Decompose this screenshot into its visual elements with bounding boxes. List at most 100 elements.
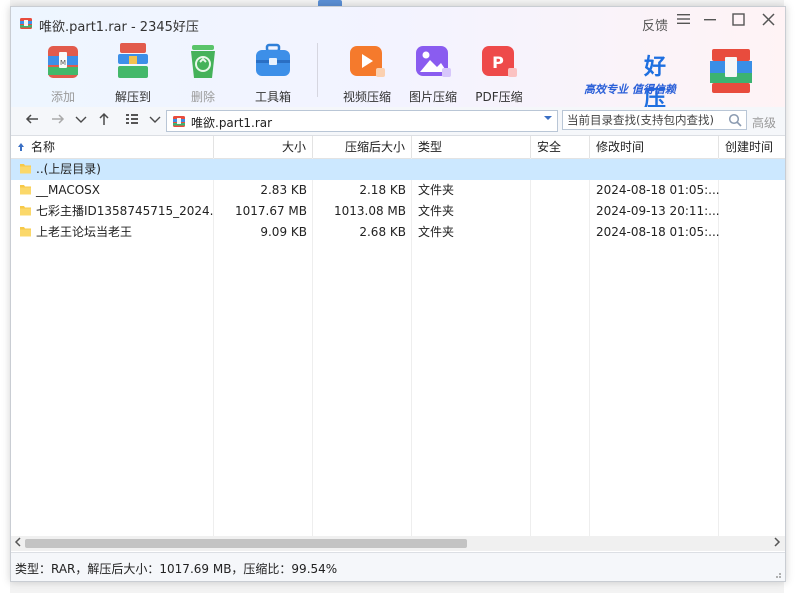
packed-size-cell: 2.18 KB xyxy=(359,183,406,197)
delete-icon xyxy=(191,45,215,78)
forward-arrow-icon[interactable] xyxy=(51,112,65,130)
toolbar-label: 添加 xyxy=(50,90,75,104)
image-compress-icon xyxy=(416,46,451,77)
feedback-button[interactable]: 反馈 xyxy=(642,15,668,34)
add-button[interactable]: M 添加 xyxy=(33,40,93,105)
brand-box-icon xyxy=(710,49,752,93)
file-name: __MACOSX xyxy=(36,183,101,197)
size-cell: 9.09 KB xyxy=(260,225,307,239)
title-toolbar-area: 唯欲.part1.rar - 2345好压 反馈 M 添加 解压到 删除 工具箱… xyxy=(11,7,785,112)
name-cell: 上老王论坛当老王 xyxy=(13,222,213,243)
name-cell: __MACOSX xyxy=(13,180,213,201)
status-bar: 类型：RAR，解压后大小：1017.69 MB，压缩比：99.54% xyxy=(11,552,785,581)
toolbar-label: 视频压缩 xyxy=(342,90,391,104)
size-cell: 1017.67 MB xyxy=(234,204,307,218)
modified-cell: 2024-08-18 01:05:... xyxy=(596,183,719,197)
search-input[interactable] xyxy=(563,111,731,129)
advanced-search-link[interactable]: 高级 xyxy=(752,114,776,131)
type-cell xyxy=(412,159,531,180)
folder-icon xyxy=(20,164,31,174)
column-header-name[interactable]: 名称 xyxy=(11,136,214,158)
archive-window: 唯欲.part1.rar - 2345好压 反馈 M 添加 解压到 删除 工具箱… xyxy=(10,6,786,582)
column-header-safety[interactable]: 安全 xyxy=(531,136,590,158)
horizontal-scrollbar[interactable] xyxy=(11,536,785,551)
resize-grip-icon[interactable] xyxy=(772,569,782,579)
window-title: 唯欲.part1.rar - 2345好压 xyxy=(39,20,199,35)
desktop-background-left xyxy=(0,0,10,593)
app-logo-icon xyxy=(20,18,32,29)
close-icon[interactable] xyxy=(762,13,775,30)
packed-size-cell xyxy=(313,159,412,180)
svg-text:M: M xyxy=(60,59,66,67)
menu-icon[interactable] xyxy=(677,13,690,29)
folder-icon xyxy=(20,185,31,195)
file-name: 七彩主播ID1358745715_2024... xyxy=(36,204,213,218)
packed-size-cell: 2.68 KB xyxy=(359,225,406,239)
view-mode-icon[interactable] xyxy=(125,112,139,130)
column-label: 名称 xyxy=(31,140,56,154)
back-arrow-icon[interactable] xyxy=(25,112,39,130)
extract-to-button[interactable]: 解压到 xyxy=(103,40,163,105)
column-header-row: 名称 大小 压缩后大小 类型 安全 修改时间 创建时间 xyxy=(11,136,785,159)
svg-text:P: P xyxy=(492,53,504,72)
toolbar-label: 解压到 xyxy=(114,90,151,104)
packed-size-cell: 1013.08 MB xyxy=(333,204,406,218)
pdf-compress-button[interactable]: P PDF压缩 xyxy=(469,40,529,105)
size-cell xyxy=(214,159,313,180)
table-row[interactable]: 七彩主播ID1358745715_2024... 1017.67 MB 1013… xyxy=(11,201,785,222)
file-name: 上老王论坛当老王 xyxy=(36,225,133,239)
toolbar-label: 图片压缩 xyxy=(408,90,457,104)
add-icon: M xyxy=(48,46,78,78)
address-dropdown-icon[interactable] xyxy=(543,113,553,126)
table-row[interactable]: ..(上层目录) xyxy=(11,159,785,180)
address-bar[interactable]: 唯欲.part1.rar xyxy=(166,110,558,132)
column-header-size[interactable]: 大小 xyxy=(214,136,313,158)
address-path: 唯欲.part1.rar xyxy=(191,116,273,130)
file-list: 名称 大小 压缩后大小 类型 安全 修改时间 创建时间 ..(上层目录) __M… xyxy=(11,136,785,536)
video-compress-button[interactable]: 视频压缩 xyxy=(337,40,397,105)
scroll-right-icon[interactable] xyxy=(773,537,781,550)
delete-button[interactable]: 删除 xyxy=(173,40,233,105)
view-dropdown-icon[interactable] xyxy=(149,112,161,130)
pdf-compress-icon: P xyxy=(482,46,517,77)
minimize-icon[interactable] xyxy=(704,13,717,29)
extract-icon xyxy=(118,43,148,78)
toolbox-button[interactable]: 工具箱 xyxy=(243,40,303,105)
toolbar-label: 工具箱 xyxy=(254,90,291,104)
size-cell: 2.83 KB xyxy=(260,183,307,197)
video-compress-icon xyxy=(350,46,385,77)
column-header-modified[interactable]: 修改时间 xyxy=(590,136,719,158)
folder-icon xyxy=(20,227,31,237)
navigation-bar: 唯欲.part1.rar 高级 xyxy=(11,107,785,136)
toolbar-divider xyxy=(317,43,318,97)
toolbox-icon xyxy=(256,43,290,76)
maximize-icon[interactable] xyxy=(732,13,745,30)
column-header-type[interactable]: 类型 xyxy=(412,136,531,158)
toolbar-label: 删除 xyxy=(190,90,215,104)
archive-icon xyxy=(173,116,185,127)
file-name: ..(上层目录) xyxy=(36,162,101,176)
scroll-left-icon[interactable] xyxy=(14,537,22,550)
brand-slogan: 高效专业 值得信赖 xyxy=(584,83,676,96)
column-header-packed-size[interactable]: 压缩后大小 xyxy=(313,136,412,158)
column-header-created[interactable]: 创建时间 xyxy=(719,136,785,158)
table-row[interactable]: 上老王论坛当老王 9.09 KB 2.68 KB 文件夹 2024-08-18 … xyxy=(11,222,785,243)
name-cell: ..(上层目录) xyxy=(13,159,213,180)
modified-cell: 2024-08-18 01:05:... xyxy=(596,225,719,239)
up-arrow-icon[interactable] xyxy=(97,112,111,130)
toolbar-label: PDF压缩 xyxy=(475,90,523,104)
status-text: 类型：RAR，解压后大小：1017.69 MB，压缩比：99.54% xyxy=(15,562,338,576)
type-cell: 文件夹 xyxy=(418,204,455,218)
scrollbar-thumb[interactable] xyxy=(25,539,467,548)
history-dropdown-icon[interactable] xyxy=(75,112,87,130)
table-row[interactable]: __MACOSX 2.83 KB 2.18 KB 文件夹 2024-08-18 … xyxy=(11,180,785,201)
sort-ascending-icon xyxy=(18,143,24,151)
type-cell: 文件夹 xyxy=(418,183,455,197)
modified-cell: 2024-09-13 20:11:... xyxy=(596,204,719,218)
modified-cell xyxy=(590,159,719,180)
image-compress-button[interactable]: 图片压缩 xyxy=(403,40,463,105)
type-cell: 文件夹 xyxy=(418,225,455,239)
folder-icon xyxy=(20,206,31,216)
search-icon[interactable] xyxy=(728,113,742,130)
desktop-background-right xyxy=(784,0,800,593)
